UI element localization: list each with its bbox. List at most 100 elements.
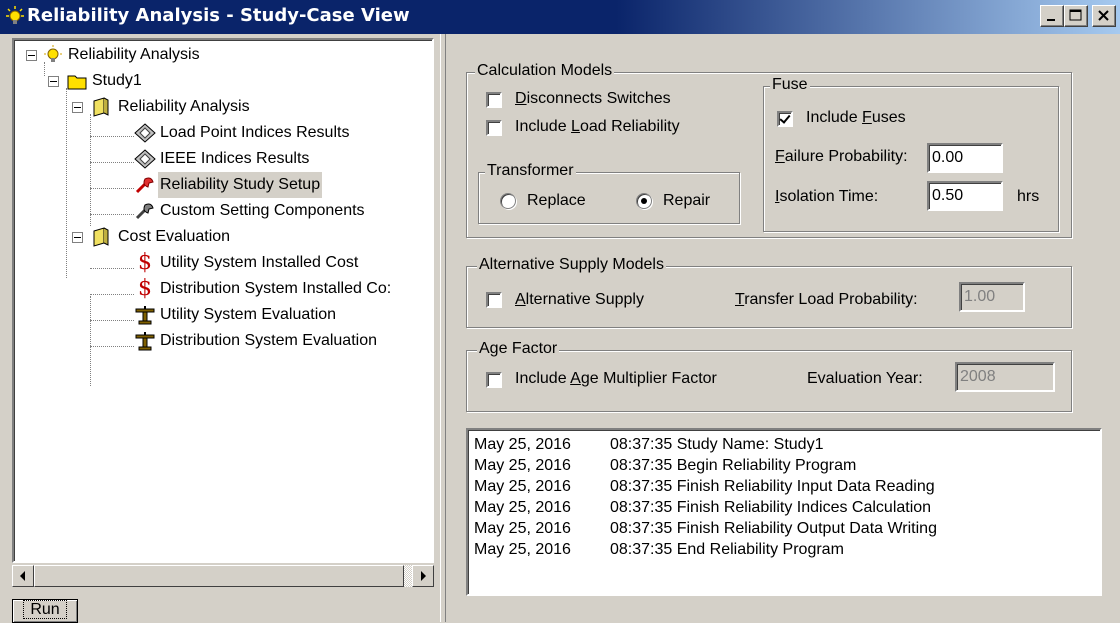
- isolation-time-unit: hrs: [1017, 188, 1040, 205]
- collapse-toggle[interactable]: [26, 50, 37, 61]
- log-message: 08:37:35 Study Name: Study1: [610, 436, 824, 453]
- failure-probability-input[interactable]: 0.00: [927, 143, 1003, 173]
- close-icon: [1098, 10, 1109, 21]
- log-message: 08:37:35 Finish Reliability Output Data …: [610, 520, 937, 537]
- log-line: May 25, 2016 08:37:35 Begin Reliability P…: [474, 455, 1094, 476]
- diamond-report-icon: [134, 149, 156, 169]
- tree-label: Distribution System Installed Co:: [160, 280, 392, 297]
- run-button-label: Run: [23, 600, 67, 619]
- open-book-icon: [93, 227, 109, 247]
- load-reliability-label[interactable]: Include Load Reliability: [515, 118, 680, 136]
- minimize-icon: [1047, 19, 1055, 21]
- maximize-button[interactable]: [1064, 5, 1088, 27]
- log-date: May 25, 2016: [474, 457, 571, 474]
- arrow-right-icon: [421, 571, 426, 581]
- tree-horizontal-scrollbar[interactable]: [12, 565, 434, 587]
- include-fuses-checkbox[interactable]: [777, 111, 793, 127]
- evaluation-year-input[interactable]: 2008: [955, 362, 1055, 392]
- red-tool-icon: [135, 177, 154, 194]
- folder-icon: [67, 75, 87, 90]
- isolation-time-input[interactable]: 0.50: [927, 181, 1003, 211]
- tree-label: Cost Evaluation: [118, 228, 231, 245]
- failure-probability-label: Failure Probability:: [775, 148, 908, 165]
- scroll-thumb[interactable]: [34, 565, 404, 587]
- tree-node-distribution-evaluation[interactable]: Distribution System Evaluation: [14, 328, 432, 354]
- group-title: Alternative Supply Models: [477, 256, 666, 274]
- log-message: 08:37:35 Begin Reliability Program: [610, 457, 857, 474]
- study-tree[interactable]: Reliability Analysis Study1 Reliability …: [12, 38, 434, 563]
- tree-label: Distribution System Evaluation: [160, 332, 377, 349]
- group-title: Calculation Models: [475, 62, 615, 80]
- lightbulb-icon: [6, 6, 24, 24]
- tree-node-distribution-installed-cost[interactable]: $ Distribution System Installed Co:: [14, 276, 432, 302]
- transfer-load-probability-input[interactable]: 1.00: [959, 282, 1025, 312]
- evaluation-year-label: Evaluation Year:: [807, 370, 923, 387]
- scroll-right-button[interactable]: [412, 565, 434, 587]
- repair-label[interactable]: Repair: [663, 192, 710, 210]
- log-message: 08:37:35 End Reliability Program: [610, 541, 844, 558]
- tree-node-utility-evaluation[interactable]: Utility System Evaluation: [14, 302, 432, 328]
- disconnect-switches-checkbox[interactable]: [486, 92, 502, 108]
- tree-label: Reliability Analysis: [118, 98, 250, 115]
- include-fuses-label[interactable]: Include Fuses: [806, 109, 906, 127]
- tree-label: Reliability Study Setup: [158, 172, 323, 198]
- scale-icon: [135, 306, 155, 325]
- alternative-supply-checkbox[interactable]: [486, 292, 502, 308]
- dollar-icon: $: [138, 276, 152, 301]
- status-log[interactable]: May 25, 2016 08:37:35 Study Name: Study1 M…: [466, 428, 1102, 596]
- log-date: May 25, 2016: [474, 436, 571, 453]
- collapse-toggle[interactable]: [72, 232, 83, 243]
- log-line: May 25, 2016 08:37:35 Finish Reliability …: [474, 497, 1094, 518]
- tree-node-root[interactable]: Reliability Analysis: [14, 42, 432, 68]
- tree-node-custom-setting[interactable]: Custom Setting Components: [14, 198, 432, 224]
- tree-label: Custom Setting Components: [160, 202, 365, 219]
- repair-radio[interactable]: [636, 193, 652, 209]
- alternative-supply-label[interactable]: Alternative Supply: [515, 291, 644, 309]
- group-title: Fuse: [770, 76, 810, 94]
- diamond-report-icon: [134, 123, 156, 143]
- disconnect-switches-label[interactable]: Disconnects Switches: [515, 90, 671, 108]
- tree-label: Study1: [92, 72, 142, 89]
- dollar-icon: $: [138, 250, 152, 275]
- group-title: Transformer: [485, 162, 576, 180]
- log-date: May 25, 2016: [474, 541, 571, 558]
- arrow-left-icon: [20, 571, 25, 581]
- tree-node-cost-evaluation[interactable]: Cost Evaluation: [14, 224, 432, 250]
- maximize-icon: [1069, 9, 1082, 21]
- log-message: 08:37:35 Finish Reliability Indices Calc…: [610, 499, 932, 516]
- log-line: May 25, 2016 08:37:35 End Reliability Pro…: [474, 539, 1094, 560]
- tree-node-reliability-analysis[interactable]: Reliability Analysis: [14, 94, 432, 120]
- group-title: Age Factor: [477, 340, 560, 358]
- minimize-button[interactable]: [1040, 5, 1064, 27]
- transfer-load-probability-label: Transfer Load Probability:: [735, 291, 918, 308]
- replace-label[interactable]: Replace: [527, 192, 586, 210]
- log-date: May 25, 2016: [474, 520, 571, 537]
- close-button[interactable]: [1092, 5, 1116, 27]
- tree-label: Load Point Indices Results: [160, 124, 350, 141]
- run-button[interactable]: Run: [12, 599, 78, 623]
- collapse-toggle[interactable]: [48, 76, 59, 87]
- pane-splitter[interactable]: [440, 34, 446, 622]
- tree-node-ieee-indices[interactable]: IEEE Indices Results: [14, 146, 432, 172]
- collapse-toggle[interactable]: [72, 102, 83, 113]
- title-bar: Reliability Analysis - Study-Case View: [0, 0, 1120, 34]
- include-age-checkbox[interactable]: [486, 372, 502, 388]
- tree-label: Reliability Analysis: [68, 46, 200, 63]
- replace-radio[interactable]: [500, 193, 516, 209]
- load-reliability-checkbox[interactable]: [486, 120, 502, 136]
- isolation-time-label: Isolation Time:: [775, 188, 879, 205]
- tree-node-reliability-study-setup[interactable]: Reliability Study Setup: [14, 172, 432, 198]
- scale-icon: [135, 332, 155, 351]
- scroll-left-button[interactable]: [12, 565, 34, 587]
- tree-label: IEEE Indices Results: [160, 150, 310, 167]
- open-book-icon: [93, 97, 109, 117]
- tree-node-load-point-indices[interactable]: Load Point Indices Results: [14, 120, 432, 146]
- log-date: May 25, 2016: [474, 499, 571, 516]
- gray-tool-icon: [135, 203, 154, 220]
- log-message: 08:37:35 Finish Reliability Input Data R…: [610, 478, 935, 495]
- include-age-label[interactable]: Include Age Multiplier Factor: [515, 370, 717, 388]
- tree-node-study1[interactable]: Study1: [14, 68, 432, 94]
- log-line: May 25, 2016 08:37:35 Study Name: Study1: [474, 434, 1094, 455]
- tree-node-utility-installed-cost[interactable]: $ Utility System Installed Cost: [14, 250, 432, 276]
- log-line: May 25, 2016 08:37:35 Finish Reliability …: [474, 476, 1094, 497]
